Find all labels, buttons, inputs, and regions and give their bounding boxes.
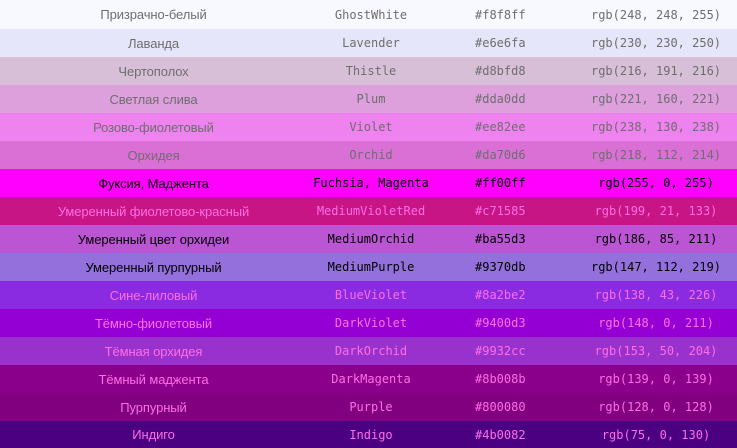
color-hex: #4b0082 [475, 427, 526, 442]
color-name-en: DarkViolet [334, 316, 408, 330]
color-name-en: DarkMagenta [331, 372, 411, 386]
color-rgb: rgb(230, 230, 250) [590, 36, 722, 50]
color-rgb: rgb(138, 43, 226) [594, 288, 718, 302]
color-name-en: Orchid [349, 148, 393, 162]
color-name-ru: Умеренный цвет орхидеи [77, 231, 230, 247]
color-name-ru: Чертополох [118, 63, 189, 79]
color-hex: #ee82ee [475, 120, 526, 134]
color-name-en: Violet [349, 120, 393, 134]
color-rgb: rgb(218, 112, 214) [590, 148, 722, 162]
color-name-ru: Светлая слива [109, 91, 198, 107]
color-name-en: Thistle [345, 64, 397, 78]
table-row: Умеренный цвет орхидеи MediumOrchid #ba5… [0, 225, 737, 253]
color-hex: #e6e6fa [475, 36, 526, 50]
color-rgb: rgb(248, 248, 255) [590, 7, 722, 22]
table-row: Умеренный фиолетово-красный MediumViolet… [0, 197, 737, 225]
color-table-body: Призрачно-белый GhostWhite #f8f8ff rgb(2… [0, 0, 737, 448]
color-name-en: Lavender [342, 36, 400, 50]
table-row: Сине-лиловый BlueViolet #8a2be2 rgb(138,… [0, 281, 737, 309]
table-row: Светлая слива Plum #dda0dd rgb(221, 160,… [0, 85, 737, 113]
color-rgb: rgb(75, 0, 130) [601, 427, 711, 442]
color-rgb: rgb(255, 0, 255) [598, 176, 714, 190]
color-hex: #9932cc [475, 344, 526, 358]
color-hex: #8a2be2 [475, 288, 526, 302]
table-row: Индиго Indigo #4b0082 rgb(75, 0, 130) [0, 421, 737, 448]
color-hex: #c71585 [475, 204, 526, 218]
color-name-en: MediumVioletRed [316, 204, 426, 218]
table-row: Розово-фиолетовый Violet #ee82ee rgb(238… [0, 113, 737, 141]
color-name-ru: Лаванда [127, 35, 180, 51]
color-name-en: Fuchsia, Magenta [313, 176, 429, 190]
color-name-ru: Орхидея [127, 147, 180, 163]
color-rgb: rgb(153, 50, 204) [594, 344, 718, 358]
color-name-en: MediumOrchid [327, 232, 415, 246]
color-name-ru: Фуксия, Маджента [98, 175, 209, 191]
color-rgb: rgb(128, 0, 128) [598, 400, 714, 414]
color-name-ru: Тёмный маджента [98, 371, 209, 387]
color-name-en: BlueViolet [334, 288, 408, 302]
color-hex: #f8f8ff [475, 7, 526, 22]
color-name-ru: Умеренный пурпурный [85, 259, 222, 275]
table-row: Лаванда Lavender #e6e6fa rgb(230, 230, 2… [0, 29, 737, 57]
color-hex: #9400d3 [475, 316, 526, 330]
color-name-ru: Розово-фиолетовый [93, 119, 214, 135]
color-name-ru: Призрачно-белый [100, 7, 207, 22]
color-hex: #ba55d3 [475, 232, 526, 246]
color-rgb: rgb(221, 160, 221) [590, 92, 722, 106]
color-name-ru: Умеренный фиолетово-красный [57, 203, 250, 219]
color-rgb: rgb(216, 191, 216) [590, 64, 722, 78]
color-rgb: rgb(147, 112, 219) [590, 260, 722, 274]
table-row: Тёмно-фиолетовый DarkViolet #9400d3 rgb(… [0, 309, 737, 337]
color-hex: #800080 [475, 400, 526, 414]
table-row: Чертополох Thistle #d8bfd8 rgb(216, 191,… [0, 57, 737, 85]
color-name-ru: Тёмно-фиолетовый [94, 315, 213, 331]
table-row: Умеренный пурпурный MediumPurple #9370db… [0, 253, 737, 281]
color-hex: #8b008b [475, 372, 526, 386]
table-row: Орхидея Orchid #da70d6 rgb(218, 112, 214… [0, 141, 737, 169]
table-row: Пурпурный Purple #800080 rgb(128, 0, 128… [0, 393, 737, 421]
color-name-en: GhostWhite [334, 7, 408, 22]
color-name-en: DarkOrchid [334, 344, 408, 358]
table-row: Фуксия, Маджента Fuchsia, Magenta #ff00f… [0, 169, 737, 197]
color-name-en: Purple [349, 400, 393, 414]
color-hex: #da70d6 [475, 148, 526, 162]
color-name-ru: Индиго [132, 427, 175, 442]
color-hex: #d8bfd8 [475, 64, 526, 78]
color-table: Призрачно-белый GhostWhite #f8f8ff rgb(2… [0, 0, 737, 448]
color-rgb: rgb(148, 0, 211) [598, 316, 714, 330]
color-rgb: rgb(238, 130, 238) [590, 120, 722, 134]
color-rgb: rgb(139, 0, 139) [598, 372, 714, 386]
color-name-ru: Тёмная орхидея [104, 343, 203, 359]
color-name-en: Indigo [349, 427, 393, 442]
color-rgb: rgb(199, 21, 133) [594, 204, 718, 218]
color-name-en: MediumPurple [327, 260, 415, 274]
color-rgb: rgb(186, 85, 211) [594, 232, 718, 246]
color-hex: #9370db [475, 260, 526, 274]
color-name-en: Plum [356, 92, 386, 106]
color-hex: #ff00ff [475, 176, 526, 190]
color-name-ru: Пурпурный [120, 399, 187, 415]
color-name-ru: Сине-лиловый [109, 287, 198, 303]
table-row: Тёмный маджента DarkMagenta #8b008b rgb(… [0, 365, 737, 393]
table-row: Призрачно-белый GhostWhite #f8f8ff rgb(2… [0, 0, 737, 29]
color-hex: #dda0dd [475, 92, 526, 106]
table-row: Тёмная орхидея DarkOrchid #9932cc rgb(15… [0, 337, 737, 365]
